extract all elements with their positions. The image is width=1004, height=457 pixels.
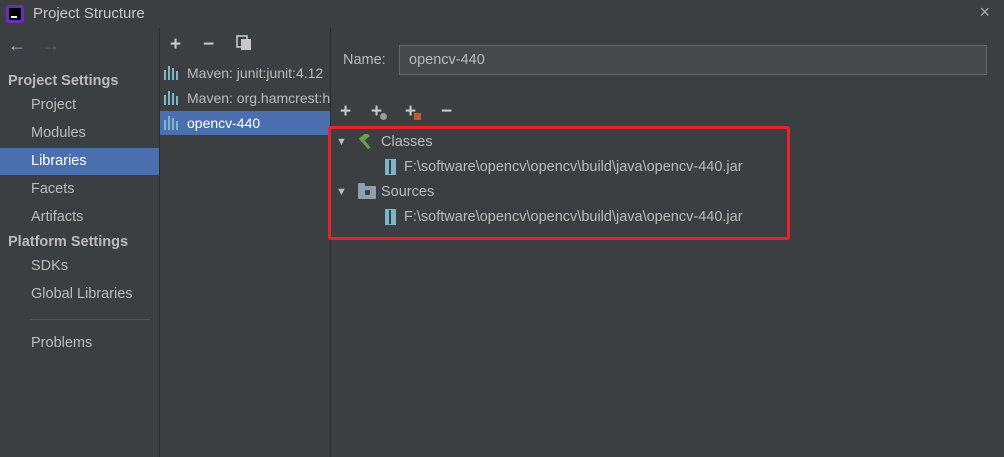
library-label: Maven: org.hamcrest:hamcrest-core:1.3 [187, 90, 330, 106]
sidebar-item-modules[interactable]: Modules [0, 120, 159, 147]
library-item[interactable]: Maven: junit:junit:4.12 [160, 61, 330, 85]
name-field[interactable]: opencv-440 [399, 45, 987, 75]
sidebar-item-problems[interactable]: Problems [0, 330, 159, 357]
library-label: opencv-440 [187, 115, 261, 131]
library-item-selected[interactable]: opencv-440 [160, 111, 330, 135]
sidebar-divider [30, 319, 150, 320]
project-settings-header: Project Settings [8, 73, 119, 89]
close-icon[interactable]: × [979, 2, 990, 23]
add-root-button[interactable]: + [340, 101, 351, 123]
library-item[interactable]: Maven: org.hamcrest:hamcrest-core:1.3 [160, 86, 330, 110]
orange-badge-icon [414, 113, 421, 120]
sidebar-item-global-libraries[interactable]: Global Libraries [0, 281, 159, 308]
window-title: Project Structure [33, 5, 145, 22]
sidebar-item-facets[interactable]: Facets [0, 176, 159, 203]
library-label: Maven: junit:junit:4.12 [187, 65, 324, 81]
remove-library-button[interactable]: − [203, 34, 214, 56]
add-external-button[interactable]: + [405, 101, 421, 123]
intellij-logo-icon [6, 5, 24, 23]
add-library-button[interactable]: + [170, 34, 181, 56]
library-icon [164, 116, 182, 130]
forward-arrow-icon[interactable]: → [42, 35, 60, 56]
title-bar: Project Structure × [0, 0, 1004, 28]
library-detail-pane: Name: opencv-440 + + + − ▼ Classes F:\so… [331, 28, 1004, 457]
highlight-box [328, 126, 790, 240]
copy-icon[interactable] [236, 35, 252, 51]
sidebar-item-artifacts[interactable]: Artifacts [0, 204, 159, 231]
library-icon [164, 91, 182, 105]
settings-sidebar: ← → Project Settings Project Modules Lib… [0, 28, 160, 457]
sidebar-item-project[interactable]: Project [0, 92, 159, 119]
platform-settings-header: Platform Settings [8, 234, 129, 250]
sidebar-item-sdks[interactable]: SDKs [0, 253, 159, 280]
library-icon [164, 66, 182, 80]
sidebar-item-libraries[interactable]: Libraries [0, 148, 159, 175]
add-url-button[interactable]: + [371, 101, 387, 123]
name-label: Name: [343, 52, 386, 68]
libraries-list-pane: + − Maven: junit:junit:4.12 Maven: org.h… [160, 28, 331, 457]
globe-badge-icon [380, 113, 387, 120]
remove-root-button[interactable]: − [441, 101, 452, 123]
back-arrow-icon[interactable]: ← [8, 35, 26, 56]
